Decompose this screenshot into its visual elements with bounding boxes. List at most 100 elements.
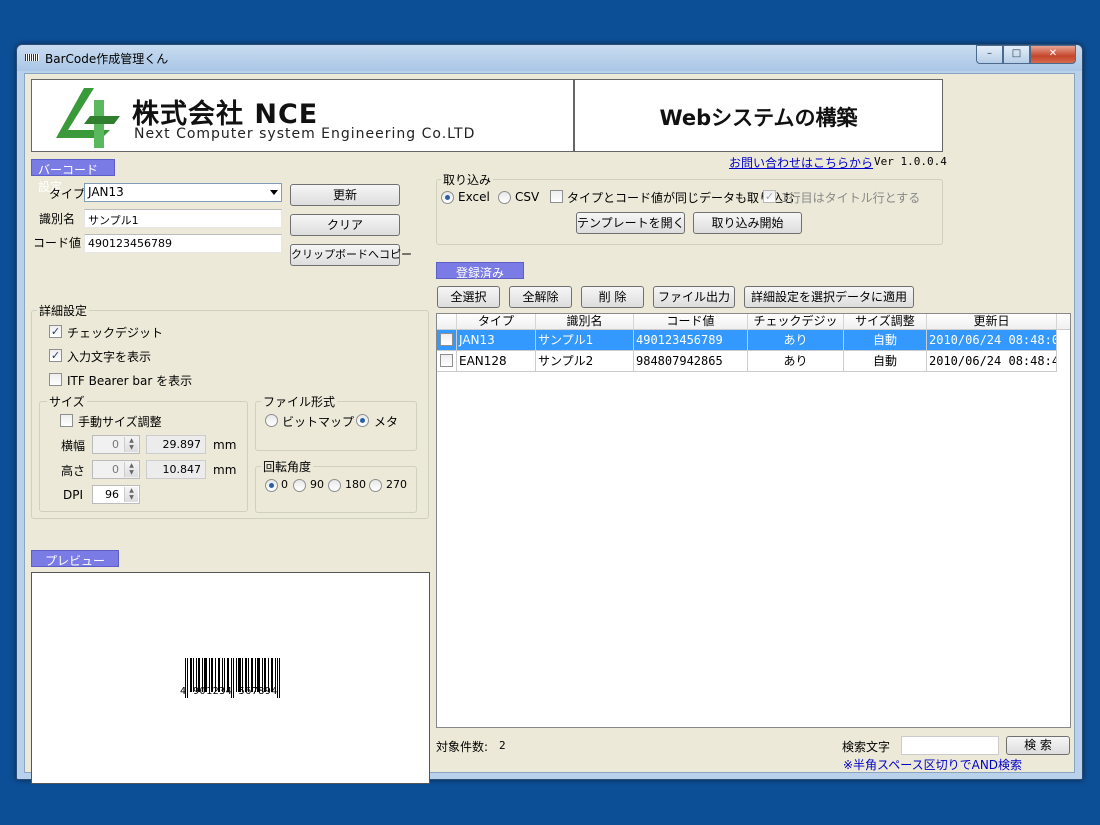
import-title: 取り込み	[441, 171, 494, 188]
export-file-button[interactable]: ファイル出力	[653, 286, 735, 308]
search-label: 検索文字	[842, 740, 891, 754]
title-bar[interactable]: BarCode作成管理くん – □ ✕	[17, 45, 1082, 71]
company-banner: 株式会社 NCE Next Computer system Engineerin…	[31, 79, 574, 152]
spinner-arrows-icon[interactable]: ▲ ▼	[124, 437, 138, 452]
client-area: 株式会社 NCE Next Computer system Engineerin…	[24, 73, 1075, 784]
cell-check-digit: あり	[748, 351, 844, 372]
csv-radio[interactable]	[498, 191, 511, 204]
meta-radio[interactable]	[356, 414, 369, 427]
minimize-button[interactable]: –	[976, 45, 1003, 64]
record-count-value: 2	[499, 739, 506, 752]
registered-data-grid[interactable]: タイプ 識別名 コード値 チェックデジット サイズ調整 更新日 JAN13 サン…	[436, 313, 1071, 728]
cell-type: EAN128	[457, 351, 536, 372]
contact-link[interactable]: お問い合わせはこちらから	[729, 154, 873, 171]
bitmap-label: ビットマップ	[282, 415, 355, 429]
rotation-0-radio[interactable]	[265, 479, 278, 492]
row-checkbox[interactable]	[440, 333, 453, 346]
detail-settings-title: 詳細設定	[37, 302, 90, 319]
registered-tab: 登録済み	[436, 262, 524, 280]
copy-to-clipboard-button[interactable]: クリップボードへコピー	[290, 244, 412, 266]
record-count-label: 対象件数:	[436, 740, 489, 754]
preview-tab: プレビュー	[31, 550, 119, 568]
type-select-value: JAN13	[88, 185, 124, 199]
cell-updated: 2010/06/24 08:48:42	[927, 351, 1057, 372]
nce-logo-icon	[56, 88, 120, 148]
spinner-arrows-icon[interactable]: ▲ ▼	[124, 487, 138, 502]
start-import-button[interactable]: 取り込み開始	[693, 212, 802, 234]
rotation-180-radio[interactable]	[328, 479, 341, 492]
preview-panel: 4 901234 567894	[31, 572, 430, 784]
manual-size-checkbox[interactable]	[60, 414, 73, 427]
file-format-title: ファイル形式	[261, 393, 338, 410]
column-header-check-digit[interactable]: チェックデジット	[748, 314, 844, 343]
rotation-title: 回転角度	[261, 458, 314, 475]
import-duplicates-checkbox[interactable]	[550, 190, 563, 203]
column-header-name[interactable]: 識別名	[536, 314, 634, 329]
code-input[interactable]: 490123456789	[84, 234, 282, 253]
cell-check-digit: あり	[748, 330, 844, 351]
deselect-all-button[interactable]: 全解除	[509, 286, 572, 308]
width-spinner-value: 0	[112, 438, 119, 451]
rotation-90-radio[interactable]	[293, 479, 306, 492]
open-template-button[interactable]: テンプレートを開く	[576, 212, 685, 234]
update-button[interactable]: 更新	[290, 184, 400, 206]
rotation-90-label: 90	[310, 478, 324, 491]
height-spinner-value: 0	[112, 463, 119, 476]
close-button[interactable]: ✕	[1030, 45, 1076, 64]
row-select-cell[interactable]	[437, 330, 457, 351]
cell-code: 490123456789	[634, 330, 748, 351]
excel-radio[interactable]	[441, 191, 454, 204]
grid-header: タイプ 識別名 コード値 チェックデジット サイズ調整 更新日	[437, 314, 1070, 343]
company-subtitle: Next Computer system Engineering Co.LTD	[134, 126, 476, 142]
barcode-human-readable: 4 901234 567894	[180, 686, 278, 697]
select-all-button[interactable]: 全選択	[437, 286, 500, 308]
show-text-label: 入力文字を表示	[67, 350, 152, 364]
version-label: Ver 1.0.0.4	[874, 155, 947, 168]
column-header-type[interactable]: タイプ	[457, 314, 536, 329]
row-select-cell[interactable]	[437, 351, 457, 372]
column-header-updated[interactable]: 更新日	[927, 314, 1057, 329]
search-input[interactable]	[901, 736, 999, 755]
first-row-title-checkbox[interactable]: ✓	[763, 190, 776, 203]
chevron-down-icon	[270, 190, 278, 195]
bearer-bar-label: ITF Bearer bar を表示	[67, 374, 193, 388]
window-title: BarCode作成管理くん	[45, 52, 169, 66]
barcode-settings-tab: バーコード設定	[31, 159, 115, 194]
delete-button[interactable]: 削 除	[581, 286, 644, 308]
show-text-checkbox[interactable]: ✓	[49, 349, 62, 362]
dpi-spinner[interactable]: 96 ▲ ▼	[92, 485, 140, 504]
bitmap-radio[interactable]	[265, 414, 278, 427]
height-unit: mm	[213, 463, 237, 477]
rotation-270-label: 270	[386, 478, 407, 491]
cell-size-adjust: 自動	[844, 330, 927, 351]
type-select[interactable]: JAN13	[84, 183, 282, 202]
table-row[interactable]: EAN128 サンプル2 984807942865 あり 自動 2010/06/…	[437, 351, 1057, 372]
check-digit-label: チェックデジット	[67, 326, 164, 340]
table-row[interactable]: JAN13 サンプル1 490123456789 あり 自動 2010/06/2…	[437, 330, 1057, 351]
dpi-label: DPI	[63, 488, 84, 502]
column-header-code[interactable]: コード値	[634, 314, 748, 329]
cell-type: JAN13	[457, 330, 536, 351]
spinner-arrows-icon[interactable]: ▲ ▼	[124, 462, 138, 477]
check-digit-checkbox[interactable]: ✓	[49, 325, 62, 338]
type-label: タイプ	[49, 187, 86, 201]
dpi-spinner-value: 96	[105, 488, 119, 501]
name-label: 識別名	[39, 212, 76, 226]
clear-button[interactable]: クリア	[290, 214, 400, 236]
row-checkbox[interactable]	[440, 354, 453, 367]
search-button[interactable]: 検 索	[1006, 736, 1070, 755]
bearer-bar-checkbox[interactable]	[49, 373, 62, 386]
width-spinner[interactable]: 0 ▲ ▼	[92, 435, 140, 454]
height-spinner[interactable]: 0 ▲ ▼	[92, 460, 140, 479]
name-input[interactable]: サンプル1	[84, 209, 282, 228]
apply-detail-settings-button[interactable]: 詳細設定を選択データに適用	[744, 286, 914, 308]
rotation-270-radio[interactable]	[369, 479, 382, 492]
cell-size-adjust: 自動	[844, 351, 927, 372]
rotation-0-label: 0	[281, 478, 288, 491]
app-window: BarCode作成管理くん – □ ✕ 株式会社 NCE Next Comput…	[16, 44, 1083, 784]
meta-label: メタ	[374, 415, 399, 429]
cell-name: サンプル2	[536, 351, 634, 372]
web-system-banner[interactable]: Webシステムの構築	[574, 79, 943, 152]
maximize-button[interactable]: □	[1003, 45, 1030, 64]
column-header-size-adjust[interactable]: サイズ調整	[844, 314, 927, 329]
